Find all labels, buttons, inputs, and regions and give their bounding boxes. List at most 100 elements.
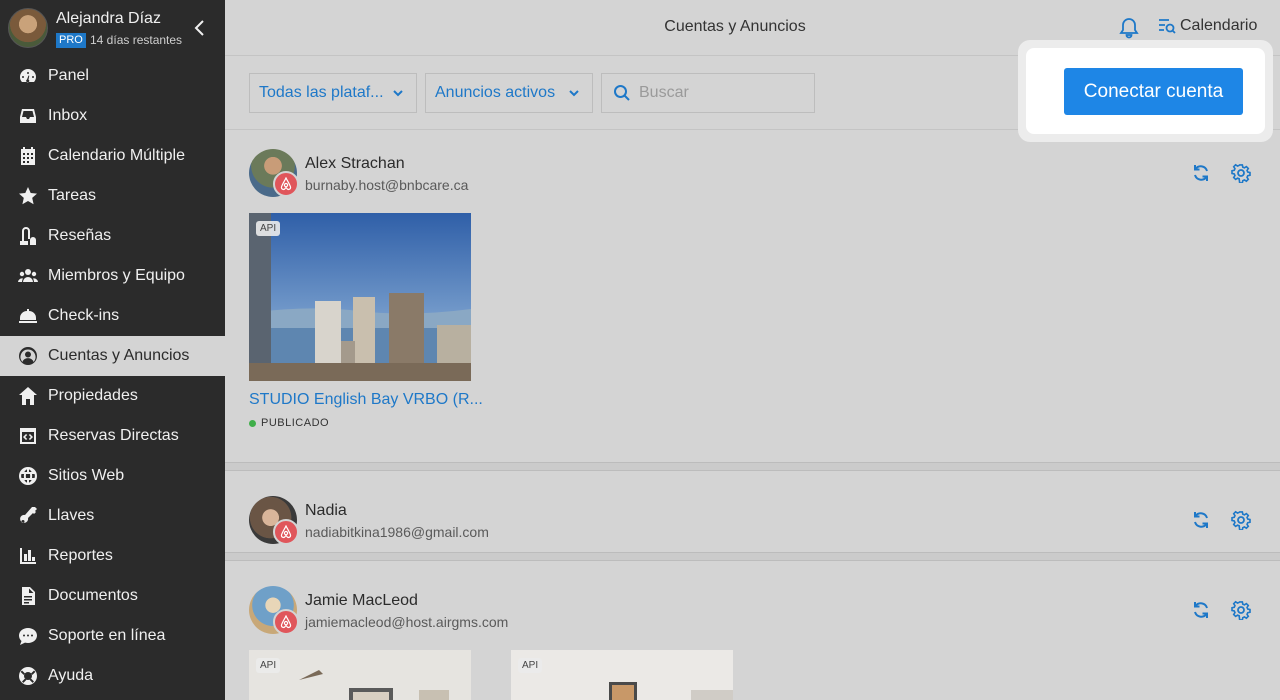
avatar [8, 8, 48, 48]
airbnb-badge [273, 609, 299, 635]
trial-days-left: 14 días restantes [90, 33, 183, 47]
code-window-icon [18, 426, 38, 446]
connect-account-button[interactable]: Conectar cuenta [1064, 68, 1243, 115]
interior-photo [511, 650, 733, 700]
gear-icon [1231, 600, 1251, 621]
sidebar-item-label: Soporte en línea [48, 627, 166, 644]
sidebar-item-tasks[interactable]: Tareas [0, 176, 225, 216]
page-title: Cuentas y Anuncios [664, 18, 806, 35]
collapse-sidebar-button[interactable] [190, 16, 210, 40]
sidebar-item-multi-calendar[interactable]: Calendario Múltiple [0, 136, 225, 176]
refresh-account-button[interactable] [1191, 163, 1211, 183]
bar-chart-icon [18, 546, 38, 566]
calendar-link[interactable]: Calendario [1158, 17, 1257, 35]
key-icon [18, 506, 38, 526]
sidebar-item-label: Ayuda [48, 667, 94, 684]
sidebar-item-label: Documentos [48, 587, 138, 604]
sidebar-item-support[interactable]: Soporte en línea [0, 616, 225, 656]
sidebar: Alejandra Díaz PRO 14 días restantes Pan… [0, 0, 225, 700]
sidebar-item-label: Reservas Directas [48, 427, 179, 444]
vacuum-icon [18, 226, 38, 246]
sidebar-item-reviews[interactable]: Reseñas [0, 216, 225, 256]
inbox-icon [18, 106, 38, 126]
gear-icon [1231, 163, 1251, 184]
sidebar-item-inbox[interactable]: Inbox [0, 96, 225, 136]
sidebar-item-direct-bookings[interactable]: Reservas Directas [0, 416, 225, 456]
calendar-link-label: Calendario [1180, 17, 1258, 34]
globe-icon [18, 466, 38, 486]
pro-badge: PRO [56, 33, 86, 48]
dashboard-icon [18, 66, 38, 86]
airbnb-badge [273, 519, 299, 545]
api-tag: API [256, 658, 281, 673]
user-name: Alejandra Díaz [56, 10, 161, 27]
chat-icon [18, 626, 38, 646]
account-settings-button[interactable] [1231, 510, 1251, 531]
sidebar-item-properties[interactable]: Propiedades [0, 376, 225, 416]
calendar-grid-icon [18, 146, 38, 166]
sidebar-item-label: Tareas [48, 187, 97, 204]
sidebar-item-members[interactable]: Miembros y Equipo [0, 256, 225, 296]
sidebar-item-label: Miembros y Equipo [48, 267, 185, 284]
section-divider [225, 552, 1280, 561]
connect-account-highlight: Conectar cuenta [1018, 40, 1273, 142]
sidebar-item-label: Calendario Múltiple [48, 147, 185, 164]
account-email: nadiabitkina1986@gmail.com [305, 524, 489, 540]
sidebar-item-keys[interactable]: Llaves [0, 496, 225, 536]
service-bell-icon [18, 306, 38, 326]
sidebar-item-help[interactable]: Ayuda [0, 656, 225, 696]
star-icon [18, 186, 38, 206]
sidebar-item-checkins[interactable]: Check-ins [0, 296, 225, 336]
sidebar-item-label: Inbox [48, 107, 88, 124]
account-email: burnaby.host@bnbcare.ca [305, 177, 469, 193]
refresh-account-button[interactable] [1191, 510, 1211, 530]
ads-filter-value: Anuncios activos [435, 84, 556, 101]
search-input[interactable] [639, 84, 799, 102]
sidebar-item-accounts[interactable]: Cuentas y Anuncios [0, 336, 225, 376]
team-icon [18, 266, 38, 286]
search-icon [614, 85, 630, 101]
sidebar-item-websites[interactable]: Sitios Web [0, 456, 225, 496]
sidebar-item-reports[interactable]: Reportes [0, 536, 225, 576]
api-tag: API [518, 658, 543, 673]
listing-photo[interactable]: API [249, 213, 471, 381]
chevron-left-icon [194, 20, 204, 36]
refresh-account-button[interactable] [1191, 600, 1211, 620]
sidebar-item-label: Panel [48, 67, 89, 84]
city-bay-photo [249, 213, 471, 381]
sidebar-item-label: Llaves [48, 507, 95, 524]
calendar-search-icon [1159, 19, 1176, 34]
ads-filter[interactable]: Anuncios activos [425, 73, 593, 113]
status-text: PUBLICADO [261, 417, 330, 429]
sidebar-item-documents[interactable]: Documentos [0, 576, 225, 616]
listing-photo[interactable]: API [511, 650, 733, 700]
sidebar-item-label: Check-ins [48, 307, 120, 324]
listing-photo[interactable]: API [249, 650, 471, 700]
account-card: Jamie MacLeod jamiemacleod@host.airgms.c… [225, 561, 1280, 700]
sidebar-item-label: Cuentas y Anuncios [48, 347, 190, 364]
airbnb-icon [280, 525, 292, 539]
section-divider [225, 462, 1280, 471]
airbnb-icon [280, 177, 292, 191]
airbnb-badge [273, 171, 299, 197]
sidebar-item-label: Reportes [48, 547, 113, 564]
sidebar-item-panel[interactable]: Panel [0, 56, 225, 96]
home-icon [18, 386, 38, 406]
platform-filter[interactable]: Todas las plataf... [249, 73, 417, 113]
airbnb-icon [280, 615, 292, 629]
user-circle-icon [18, 346, 38, 366]
account-settings-button[interactable] [1231, 163, 1251, 184]
lifebuoy-icon [18, 666, 38, 686]
chevron-down-icon [393, 90, 403, 97]
chevron-down-icon [569, 90, 579, 97]
listing-title-link[interactable]: STUDIO English Bay VRBO (R... [249, 391, 483, 409]
gear-icon [1231, 510, 1251, 531]
search-box[interactable] [601, 73, 815, 113]
account-settings-button[interactable] [1231, 600, 1251, 621]
platform-filter-value: Todas las plataf... [259, 84, 384, 101]
account-card: Alex Strachan burnaby.host@bnbcare.ca AP… [225, 130, 1280, 462]
status-dot [249, 419, 256, 427]
notifications-button[interactable] [1118, 17, 1140, 39]
sidebar-nav: Panel Inbox Calendario Múltiple Tareas R… [0, 56, 225, 696]
connect-account-container: Conectar cuenta [1026, 48, 1265, 134]
